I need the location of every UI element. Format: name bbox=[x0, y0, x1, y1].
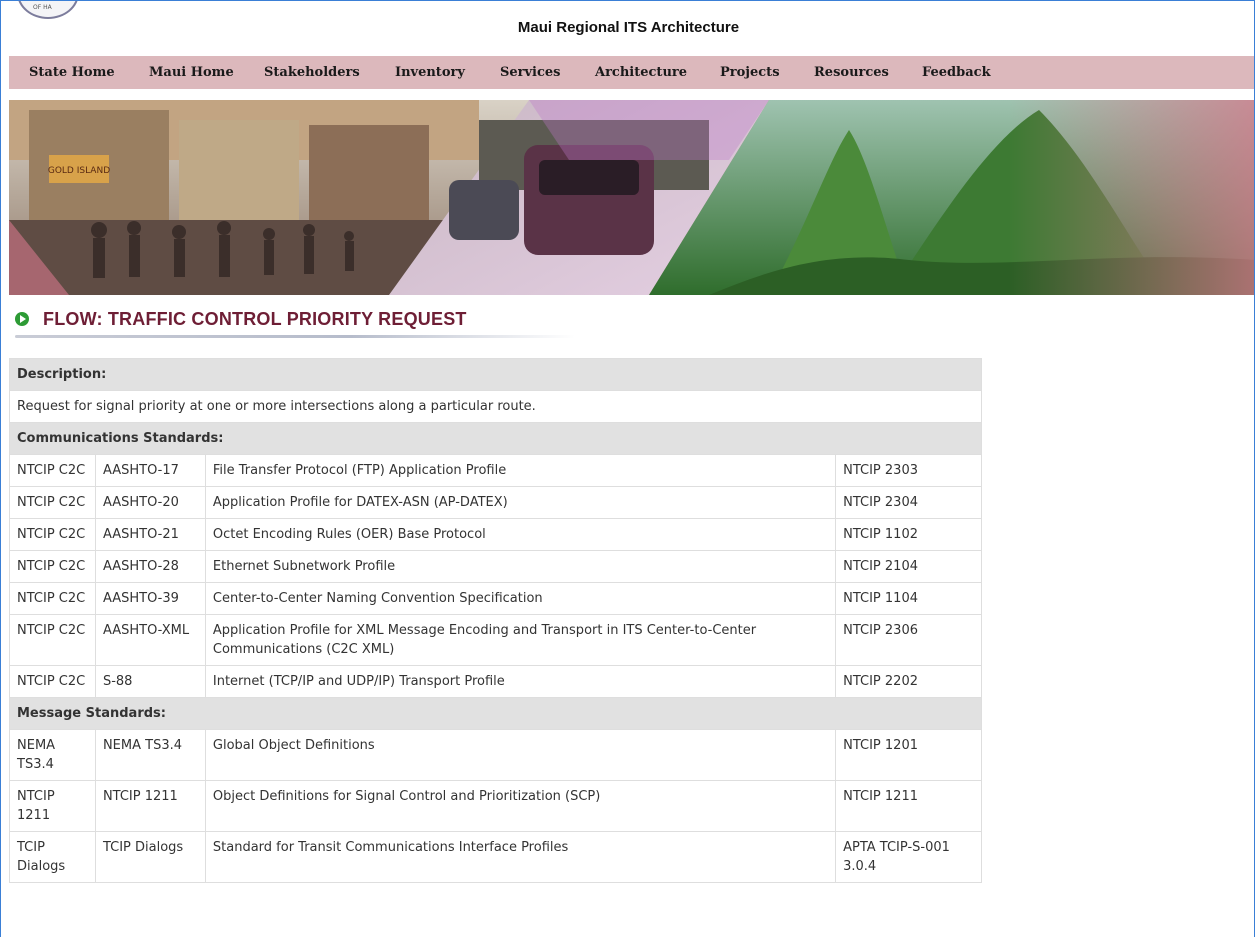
std-title: Object Definitions for Signal Control an… bbox=[204, 780, 837, 832]
banner-image: GOLD ISLAND bbox=[9, 100, 1254, 295]
std-group: NTCIP C2C bbox=[9, 582, 96, 615]
std-group: TCIP Dialogs bbox=[9, 831, 96, 883]
main-nav: State Home Maui Home Stakeholders Invent… bbox=[9, 56, 1254, 89]
std-group: NTCIP C2C bbox=[9, 614, 96, 666]
std-id: S-88 bbox=[94, 665, 206, 698]
table-row: NTCIP C2C AASHTO-20 Application Profile … bbox=[9, 486, 982, 519]
std-title: Application Profile for DATEX-ASN (AP-DA… bbox=[204, 486, 837, 519]
std-id: NTCIP 1211 bbox=[94, 780, 206, 832]
nav-resources[interactable]: Resources bbox=[814, 65, 889, 80]
std-title: Global Object Definitions bbox=[204, 729, 837, 781]
std-doc-number: NTCIP 2303 bbox=[835, 454, 982, 487]
nav-feedback[interactable]: Feedback bbox=[922, 65, 991, 80]
table-row: NTCIP C2C AASHTO-39 Center-to-Center Nam… bbox=[9, 582, 982, 615]
std-group: NTCIP C2C bbox=[9, 454, 96, 487]
msg-standards-header-row: Message Standards: bbox=[9, 697, 982, 730]
std-title: Center-to-Center Naming Convention Speci… bbox=[204, 582, 837, 615]
page-frame: OF HA Maui Regional ITS Architecture Sta… bbox=[0, 0, 1255, 937]
std-doc-number: NTCIP 2202 bbox=[835, 665, 982, 698]
table-row: NEMA TS3.4 NEMA TS3.4 Global Object Defi… bbox=[9, 729, 982, 781]
std-id: NEMA TS3.4 bbox=[94, 729, 206, 781]
nav-inventory[interactable]: Inventory bbox=[395, 65, 465, 80]
description-header-row: Description: bbox=[9, 358, 982, 391]
table-row: TCIP Dialogs TCIP Dialogs Standard for T… bbox=[9, 831, 982, 883]
description-row: Request for signal priority at one or mo… bbox=[9, 390, 982, 423]
nav-state-home[interactable]: State Home bbox=[29, 65, 115, 80]
std-id: AASHTO-17 bbox=[94, 454, 206, 487]
heading-divider bbox=[15, 335, 575, 338]
description-text: Request for signal priority at one or mo… bbox=[9, 390, 982, 423]
table-row: NTCIP C2C S-88 Internet (TCP/IP and UDP/… bbox=[9, 665, 982, 698]
std-id: AASHTO-28 bbox=[94, 550, 206, 583]
std-doc-number: NTCIP 1211 bbox=[835, 780, 982, 832]
std-group: NTCIP C2C bbox=[9, 486, 96, 519]
std-title: Standard for Transit Communications Inte… bbox=[204, 831, 837, 883]
comm-standards-header-row: Communications Standards: bbox=[9, 422, 982, 455]
std-id: AASHTO-XML bbox=[94, 614, 206, 666]
table-row: NTCIP C2C AASHTO-17 File Transfer Protoc… bbox=[9, 454, 982, 487]
std-title: Octet Encoding Rules (OER) Base Protocol bbox=[204, 518, 837, 551]
hero-banner: GOLD ISLAND bbox=[9, 100, 1254, 295]
std-title: Application Profile for XML Message Enco… bbox=[204, 614, 837, 666]
std-doc-number: NTCIP 1104 bbox=[835, 582, 982, 615]
std-group: NEMA TS3.4 bbox=[9, 729, 96, 781]
table-row: NTCIP 1211 NTCIP 1211 Object Definitions… bbox=[9, 780, 982, 832]
flow-details-table: Description: Request for signal priority… bbox=[9, 358, 982, 883]
site-title: Maui Regional ITS Architecture bbox=[517, 19, 740, 36]
std-id: AASHTO-39 bbox=[94, 582, 206, 615]
gold-island-sign-text: GOLD ISLAND bbox=[48, 166, 110, 176]
std-doc-number: NTCIP 2306 bbox=[835, 614, 982, 666]
flow-title: FLOW: TRAFFIC CONTROL PRIORITY REQUEST bbox=[43, 308, 467, 329]
nav-stakeholders[interactable]: Stakeholders bbox=[264, 65, 360, 80]
std-doc-number: NTCIP 2304 bbox=[835, 486, 982, 519]
std-group: NTCIP 1211 bbox=[9, 780, 96, 832]
nav-architecture[interactable]: Architecture bbox=[595, 65, 687, 80]
std-doc-number: NTCIP 1102 bbox=[835, 518, 982, 551]
std-group: NTCIP C2C bbox=[9, 550, 96, 583]
flow-heading: FLOW: TRAFFIC CONTROL PRIORITY REQUEST bbox=[15, 308, 467, 330]
msg-standards-label: Message Standards: bbox=[9, 697, 982, 730]
std-doc-number: APTA TCIP-S-001 3.0.4 bbox=[835, 831, 982, 883]
std-group: NTCIP C2C bbox=[9, 665, 96, 698]
table-row: NTCIP C2C AASHTO-21 Octet Encoding Rules… bbox=[9, 518, 982, 551]
std-title: File Transfer Protocol (FTP) Application… bbox=[204, 454, 837, 487]
nav-maui-home[interactable]: Maui Home bbox=[149, 65, 234, 80]
std-id: AASHTO-21 bbox=[94, 518, 206, 551]
nav-projects[interactable]: Projects bbox=[720, 65, 780, 80]
sedan-car bbox=[449, 180, 519, 240]
nav-services[interactable]: Services bbox=[500, 65, 561, 80]
std-id: AASHTO-20 bbox=[94, 486, 206, 519]
description-label: Description: bbox=[9, 358, 982, 391]
std-group: NTCIP C2C bbox=[9, 518, 96, 551]
std-title: Internet (TCP/IP and UDP/IP) Transport P… bbox=[204, 665, 837, 698]
play-circle-icon bbox=[15, 312, 29, 326]
table-row: NTCIP C2C AASHTO-28 Ethernet Subnetwork … bbox=[9, 550, 982, 583]
std-doc-number: NTCIP 1201 bbox=[835, 729, 982, 781]
std-title: Ethernet Subnetwork Profile bbox=[204, 550, 837, 583]
state-seal-logo: OF HA bbox=[17, 1, 79, 19]
table-row: NTCIP C2C AASHTO-XML Application Profile… bbox=[9, 614, 982, 666]
seal-text: OF HA bbox=[33, 4, 52, 11]
comm-standards-label: Communications Standards: bbox=[9, 422, 982, 455]
std-id: TCIP Dialogs bbox=[94, 831, 206, 883]
std-doc-number: NTCIP 2104 bbox=[835, 550, 982, 583]
